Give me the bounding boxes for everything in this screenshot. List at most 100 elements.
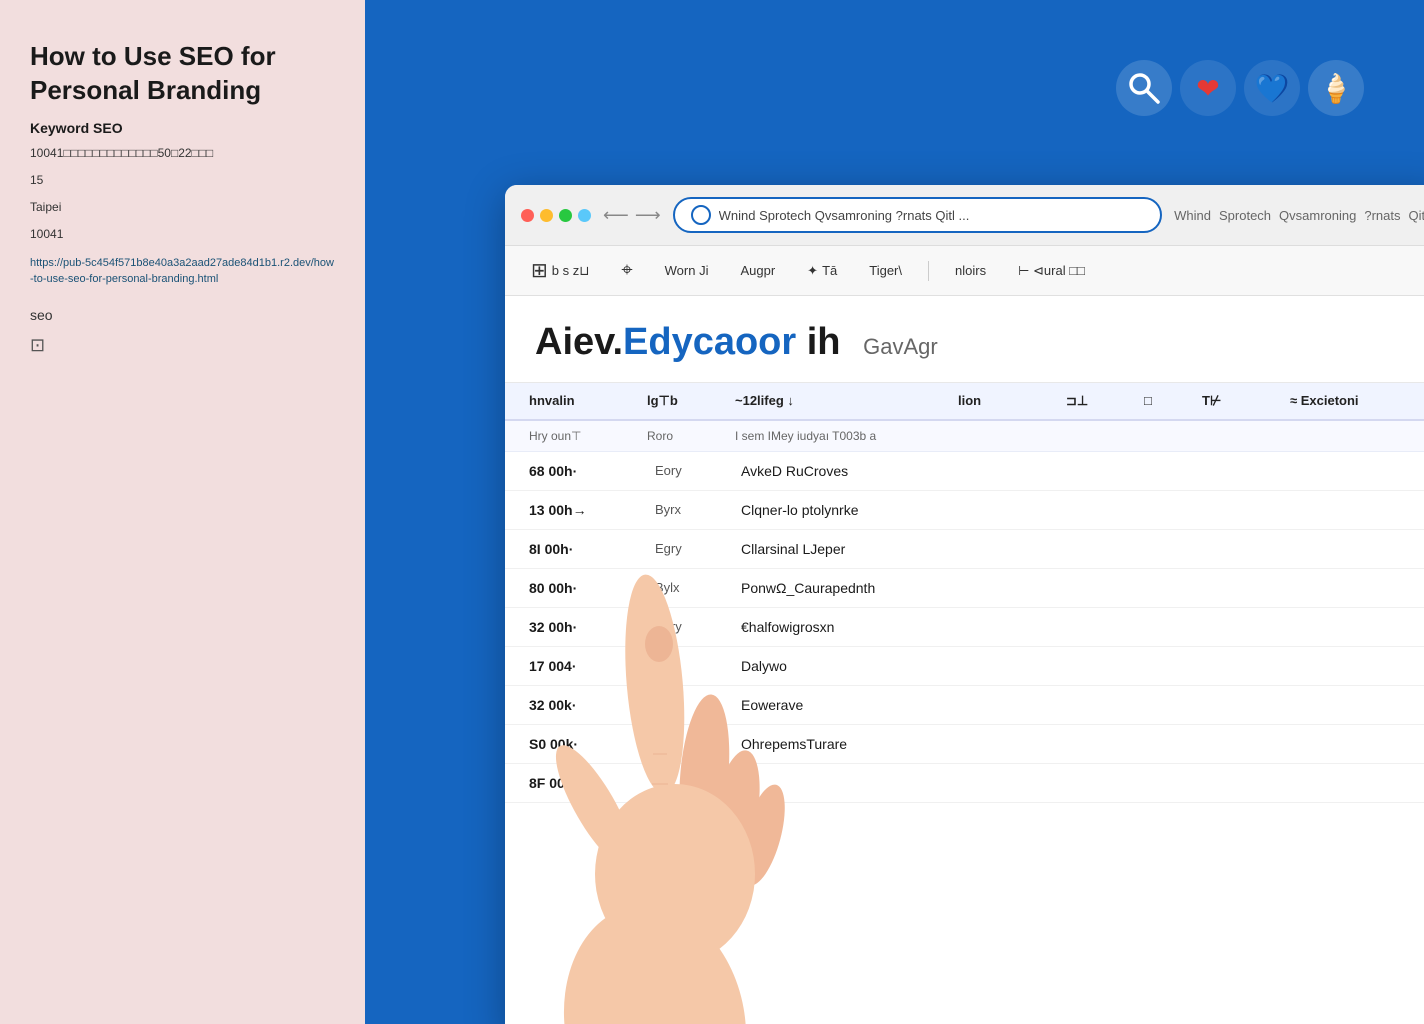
page-heading: Aiev.Edycaoor ih GavAgr — [505, 296, 1424, 383]
row-volume: 8I 00h· — [529, 541, 639, 557]
table-row[interactable]: 32 00k· Bory Eowerave — [505, 686, 1424, 725]
col-icon2: □ — [1144, 393, 1194, 409]
content-area: Aiev.Edycaoor ih GavAgr hnvalin lg⊤b ~12… — [505, 296, 1424, 1024]
browser-window: ⟵ ⟶ Wnind Sprotech Qvsamroning ?rnats Qi… — [505, 185, 1424, 1024]
toolbar-item-tiger[interactable]: Tiger\ — [863, 259, 908, 282]
col-lion[interactable]: lion — [958, 393, 1058, 409]
row-volume: 32 00k· — [529, 697, 639, 713]
heading-part2: Edycaoor — [623, 321, 796, 363]
col-icon1[interactable]: ⊐⊥ — [1066, 393, 1136, 409]
toolbar-item-target[interactable]: ⌖ — [615, 255, 638, 286]
top-icons-row: ❤ 💙 🍦 — [1116, 60, 1364, 116]
table-row[interactable]: 13 00h→ Byrx Clqner-lo ptolynrke — [505, 491, 1424, 530]
action-whind[interactable]: Whind — [1174, 208, 1211, 223]
toolbar-item-grid[interactable]: ⊞ b s z⊔ — [525, 254, 595, 287]
row-keyword: Eowerave — [741, 697, 1420, 713]
row-volume: 80 00h· — [529, 580, 639, 596]
table-row[interactable]: 17 004· Rylx Dalywo — [505, 647, 1424, 686]
row-volume: 13 00h→ — [529, 502, 639, 518]
row-keyword: AvkeD RuCroves — [741, 463, 1420, 479]
heading-sub: GavAgr — [863, 334, 938, 359]
address-text: Wnind Sprotech Qvsamroning ?rnats Qitl .… — [719, 208, 970, 223]
toolbar-item-worndi[interactable]: Worn Ji — [659, 259, 715, 282]
row-volume: 17 004· — [529, 658, 639, 674]
action-rnats[interactable]: ?rnats — [1364, 208, 1400, 223]
row-volume: S0 00k· — [529, 736, 639, 752]
table-row[interactable]: 8F 00h· — [505, 764, 1424, 803]
row-keyword: Cllarsinal LJeper — [741, 541, 1420, 557]
star-icon: ✦ — [807, 263, 818, 279]
minimize-button[interactable] — [540, 209, 553, 222]
row-country: Bury — [655, 619, 725, 634]
toolbar-item-augpr[interactable]: Augpr — [734, 259, 781, 282]
action-qvsamroning[interactable]: Qvsamroning — [1279, 208, 1356, 223]
left-panel: How to Use SEO for Personal Branding Key… — [0, 0, 365, 1024]
col-tk[interactable]: T⊬ — [1202, 393, 1282, 409]
table-row[interactable]: 32 00h· Bury €halfowigrosxn — [505, 608, 1424, 647]
browser-actions: Whind Sprotech Qvsamroning ?rnats Qitl — [1174, 208, 1424, 223]
icon-treat: 🍦 — [1308, 60, 1364, 116]
toolbar-label-nloirs: nloirs — [955, 263, 986, 278]
row-keyword: Clqner-lo ptolynrke — [741, 502, 1420, 518]
meta-line2: 15 — [30, 171, 335, 190]
heading-part1: Aiev. — [535, 321, 623, 363]
close-button[interactable] — [521, 209, 534, 222]
col-excieton[interactable]: ≈ Excietoni — [1290, 393, 1420, 409]
toolbar-label-1: b s z⊔ — [552, 263, 590, 279]
row-country: Egry — [655, 541, 725, 556]
page-url[interactable]: https://pub-5c454f571b8e40a3a2aad27ade84… — [30, 256, 335, 287]
extra-button[interactable] — [578, 209, 591, 222]
grid-icon: ⊞ — [531, 258, 548, 283]
meta-line1: 10041□□□□□□□□□□□□□50□22□□□ — [30, 144, 335, 163]
icon-search — [1116, 60, 1172, 116]
loading-indicator — [691, 205, 711, 225]
row-country: Bory — [655, 697, 725, 712]
icon-heart-blue: 💙 — [1244, 60, 1300, 116]
heading-part3: ih — [807, 321, 841, 363]
address-bar[interactable]: Wnind Sprotech Qvsamroning ?rnats Qitl .… — [673, 197, 1163, 233]
toolbar-label-augpr: Augpr — [740, 263, 775, 278]
table-row[interactable]: S0 00k· Nilly OhrepemsTurare — [505, 725, 1424, 764]
keyword-label: Keyword SEO — [30, 120, 335, 136]
toolbar-item-nloirs[interactable]: nloirs — [949, 259, 992, 282]
row-country: Byrx — [655, 502, 725, 517]
meta-line3: Taipei — [30, 198, 335, 217]
page-title: How to Use SEO for Personal Branding — [30, 40, 335, 108]
subheader-3: I sem IMey iudyaı T003b a — [735, 429, 1420, 443]
row-keyword: OhrepemsTurare — [741, 736, 1420, 752]
toolbar-label-ta: Tā — [822, 263, 837, 278]
nav-controls: ⟵ ⟶ — [603, 205, 661, 226]
table-row[interactable]: 68 00h· Eory AvkeD RuCroves — [505, 452, 1424, 491]
icon-heart: ❤ — [1180, 60, 1236, 116]
toolbar-label-ural: ⊢ ⊲ural □□ — [1018, 263, 1085, 279]
table-row[interactable]: 8I 00h· Egry Cllarsinal LJeper — [505, 530, 1424, 569]
toolbar-item-ural[interactable]: ⊢ ⊲ural □□ — [1012, 259, 1091, 283]
action-sprotech[interactable]: Sprotech — [1219, 208, 1271, 223]
table-header: hnvalin lg⊤b ~12lifeg ↓ lion ⊐⊥ □ T⊬ ≈ E… — [505, 383, 1424, 421]
row-country: Nilly — [655, 736, 725, 751]
table-rows: 68 00h· Eory AvkeD RuCroves 13 00h→ Byrx… — [505, 452, 1424, 803]
row-volume: 8F 00h· — [529, 775, 639, 791]
action-qitl[interactable]: Qitl — [1409, 208, 1424, 223]
toolbar-label-tiger: Tiger\ — [869, 263, 902, 278]
col-lgtb[interactable]: lg⊤b — [647, 393, 727, 409]
toolbar-label-worndi: Worn Ji — [665, 263, 709, 278]
col-12lifeg[interactable]: ~12lifeg ↓ — [735, 393, 950, 409]
row-volume: 68 00h· — [529, 463, 639, 479]
toolbar-item-ta[interactable]: ✦ Tā — [801, 259, 843, 283]
back-icon[interactable]: ⟵ — [603, 205, 629, 226]
forward-icon[interactable]: ⟶ — [635, 205, 661, 226]
col-hnvalin[interactable]: hnvalin — [529, 393, 639, 409]
traffic-lights — [521, 209, 591, 222]
row-country: Bylx — [655, 580, 725, 595]
toolbar-row: ⊞ b s z⊔ ⌖ Worn Ji Augpr ✦ Tā Tiger\ nlo… — [505, 246, 1424, 296]
table-row[interactable]: 80 00h· Bylx PonwΩ_Caurapednth — [505, 569, 1424, 608]
maximize-button[interactable] — [559, 209, 572, 222]
subheader-1: Hry oun⊤ — [529, 429, 639, 443]
copy-icon[interactable]: ⊡ — [30, 335, 335, 356]
subheader-2: Roro — [647, 429, 727, 443]
seo-tag: seo — [30, 307, 335, 323]
meta-line4: 10041 — [30, 225, 335, 244]
browser-chrome: ⟵ ⟶ Wnind Sprotech Qvsamroning ?rnats Qi… — [505, 185, 1424, 246]
row-country: Rylx — [655, 658, 725, 673]
